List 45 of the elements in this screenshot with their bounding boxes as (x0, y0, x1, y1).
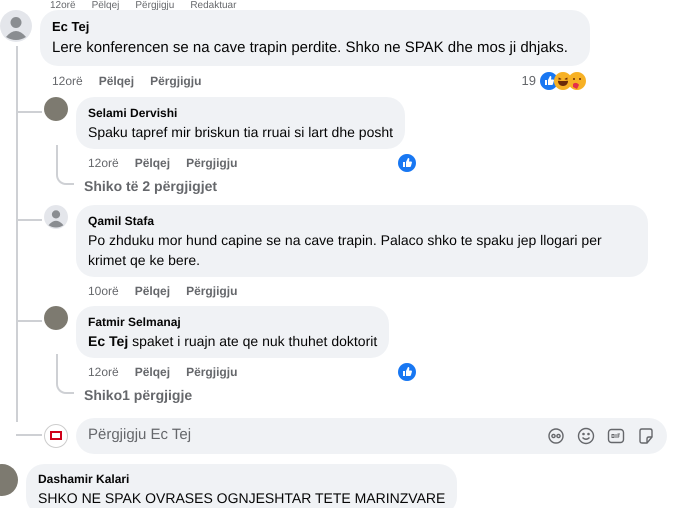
thread-connector (56, 354, 74, 394)
comment-time[interactable]: 12orë (52, 72, 83, 90)
reply-text: Ec Tej spaket i ruajn ate qe nuk thuhet doktorit (88, 332, 378, 350)
emoji-icon[interactable] (577, 426, 595, 444)
comment-action-link[interactable]: 12orë (50, 0, 76, 12)
comment-action-link[interactable]: Pëlqej (134, 282, 170, 300)
thread-connector (56, 144, 74, 184)
hugging-emoji-icon (568, 72, 586, 90)
comment-text: Lere konferencen se na cave trapin perdite. Shko ne SPAK dhe mos ji dhjaks. (52, 38, 569, 58)
comment-time[interactable]: 12orë (88, 154, 119, 172)
comment-time[interactable]: 10orë (88, 282, 119, 300)
gif-icon[interactable] (607, 426, 625, 444)
comment-action-link[interactable]: Pëlqej (92, 0, 120, 12)
reply-author[interactable]: Fatmir Selmanaj (88, 312, 378, 330)
reply-input[interactable]: Përgjigju Ec Tej (88, 424, 388, 447)
reply-author[interactable]: Qamil Stafa (88, 212, 636, 230)
view-replies-link[interactable]: Shiko1 përgjigje (84, 384, 192, 406)
thumbs-up-icon (398, 362, 416, 380)
avatar-icon[interactable] (44, 204, 68, 228)
view-replies-link[interactable]: Shiko të 2 përgjigjet (84, 176, 218, 196)
comment-action-link[interactable]: Pëlqej (134, 154, 170, 172)
reply-text: Po zhduku mor hund capine se na cave trapin. Palaco shko te spaku jep llogari per krimet qe ke bere. (88, 230, 603, 270)
avatar-icon[interactable] (0, 10, 32, 42)
page-logo-icon[interactable] (44, 424, 68, 448)
comment-action-link[interactable]: Redaktuar (190, 0, 236, 12)
comment-time[interactable]: 12orë (88, 362, 119, 380)
comment-text: SHKO NE SPAK OVRASES OGNJESHTAR TETE MARINZVARE (38, 488, 446, 508)
photo-placeholder[interactable] (44, 306, 68, 330)
comment-author[interactable]: Ec Tej (52, 17, 578, 36)
reply-input-field[interactable]: Përgjigju Ec Tej (76, 418, 667, 454)
comment-action-link[interactable]: Përgjigju (150, 72, 202, 90)
sticker-icon[interactable] (637, 426, 655, 444)
comment-action-link[interactable]: Përgjigju (186, 282, 238, 300)
reply-author[interactable]: Selami Dervishi (88, 104, 394, 122)
comment-action-link[interactable]: Përgjigju (186, 362, 238, 380)
photo-placeholder[interactable] (44, 96, 68, 120)
reply-text: Spaku tapref mir briskun tia rruai si lart dhe posht (88, 122, 394, 142)
comment-action-link[interactable]: Pëlqej (98, 72, 134, 90)
comment-action-link[interactable]: Përgjigju (186, 154, 238, 172)
comment-action-link[interactable]: Përgjigju (135, 0, 174, 12)
comment-author[interactable]: Dashamir Kalari (38, 470, 446, 488)
comment-action-link[interactable]: Pëlqej (134, 362, 170, 380)
avatar-sticker-icon[interactable] (547, 426, 565, 444)
reaction-count[interactable]: 19 (522, 71, 536, 90)
thumbs-up-icon (398, 154, 416, 172)
